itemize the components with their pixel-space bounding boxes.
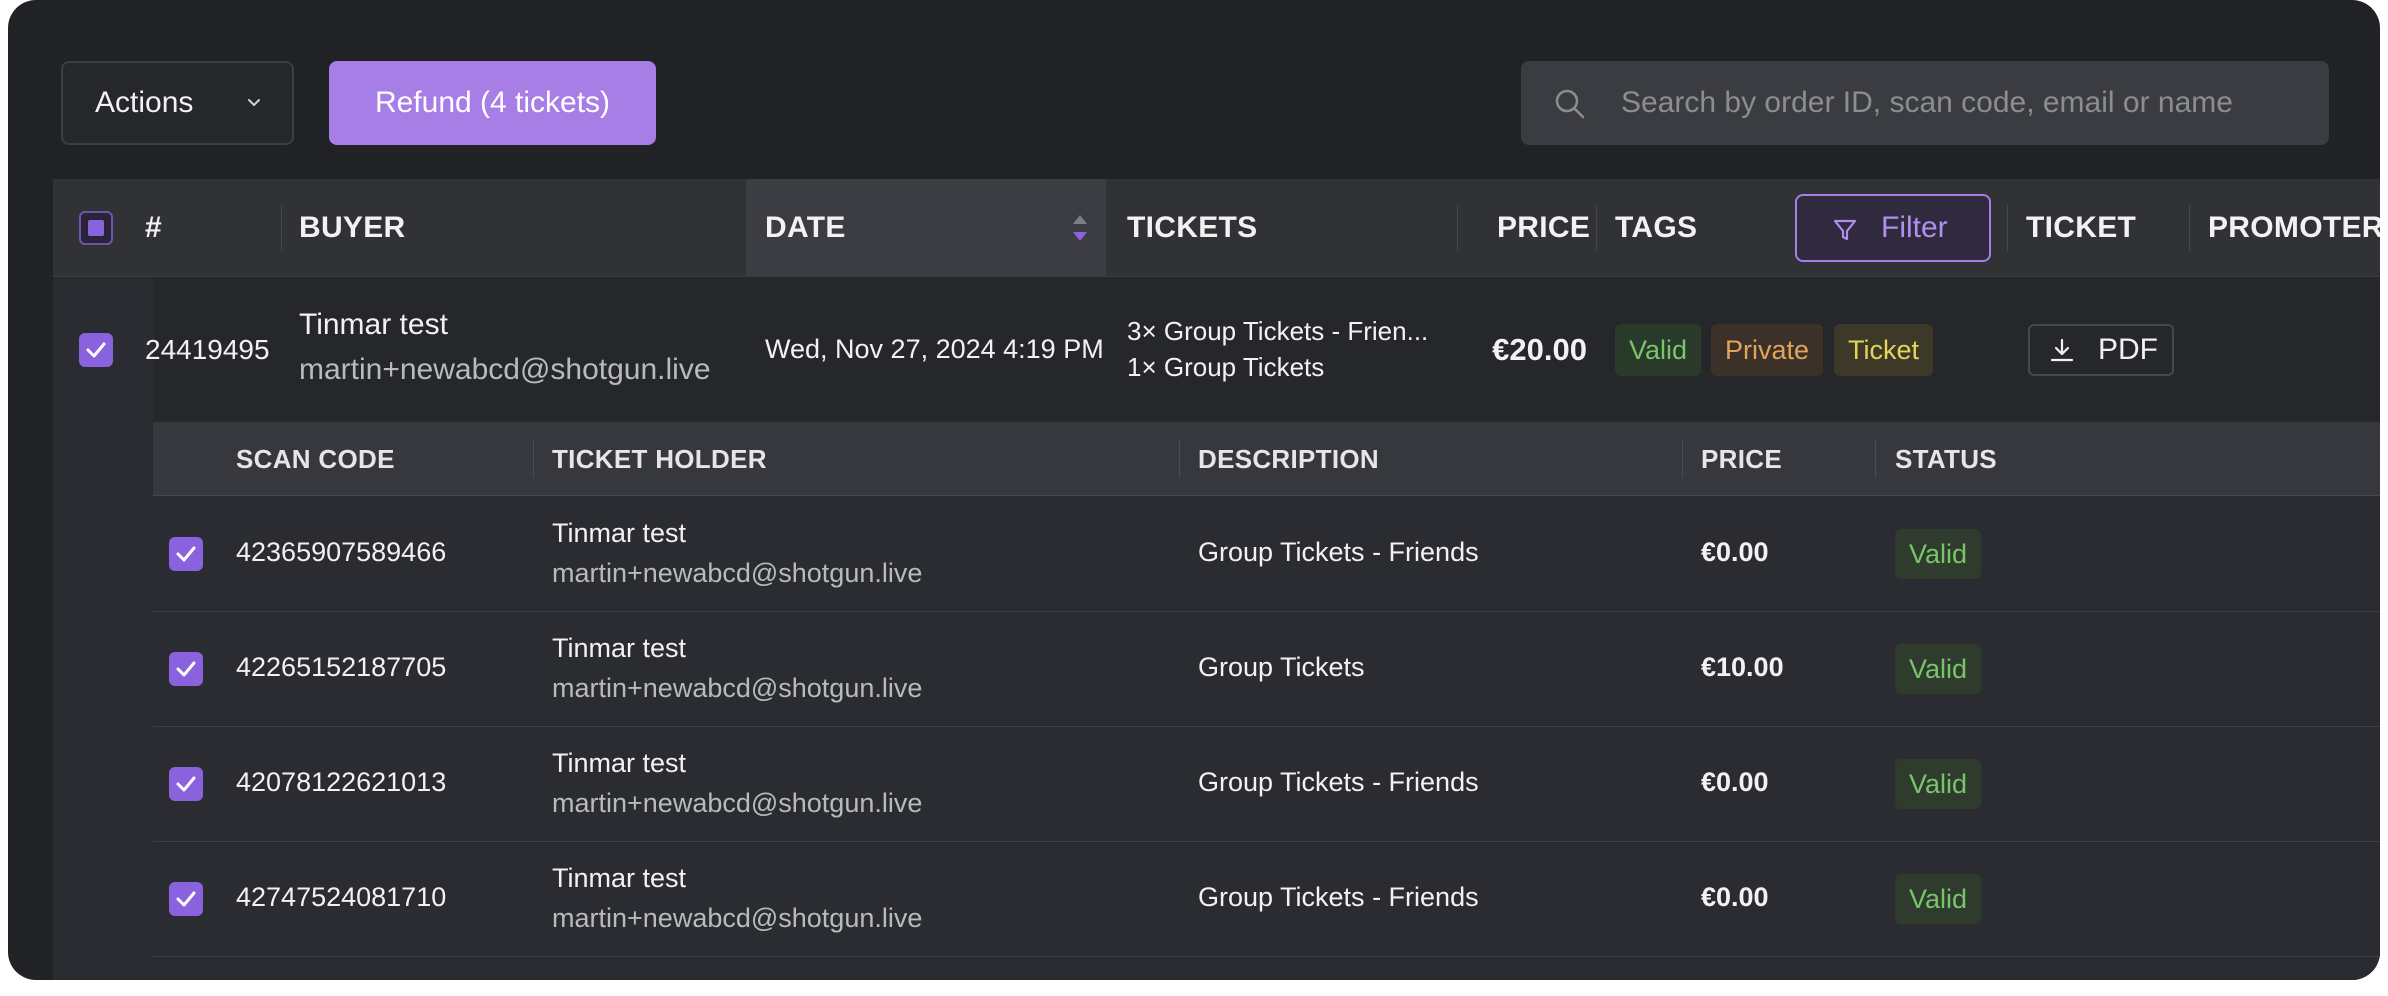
status-badge: Valid <box>1895 644 1982 694</box>
check-icon <box>176 546 196 562</box>
tag-valid: Valid <box>1615 324 1702 376</box>
ticket-price: €0.00 <box>1701 882 1769 912</box>
order-price: €20.00 <box>1492 332 1587 367</box>
ticket-description: Group Tickets - Friends <box>1198 537 1479 567</box>
search-input[interactable] <box>1621 61 2311 145</box>
scan-code: 42265152187705 <box>236 652 447 682</box>
column-number: # <box>145 211 162 244</box>
status-badge: Valid <box>1895 759 1982 809</box>
filter-button[interactable]: Filter <box>1795 194 1991 262</box>
pdf-label: PDF <box>2098 333 2158 366</box>
holder-email: martin+newabcd@shotgun.live <box>552 558 923 588</box>
column-tags: TAGS <box>1615 211 1698 244</box>
column-separator <box>1682 440 1683 478</box>
check-icon <box>176 776 196 792</box>
order-checkbox[interactable] <box>79 333 113 367</box>
order-row[interactable]: 24419495 Tinmar test martin+newabcd@shot… <box>53 278 2380 422</box>
refund-button[interactable]: Refund (4 tickets) <box>329 61 656 145</box>
filter-label: Filter <box>1881 211 1948 244</box>
download-icon <box>2050 338 2074 362</box>
ticket-description: Group Tickets <box>1198 652 1365 682</box>
select-all-checkbox[interactable] <box>79 211 113 245</box>
column-separator <box>533 440 534 478</box>
ticket-description: Group Tickets - Friends <box>1198 882 1479 912</box>
column-separator <box>1457 205 1458 251</box>
ticket-checkbox[interactable] <box>169 767 203 801</box>
holder-name: Tinmar test <box>552 518 687 548</box>
ticket-description: Group Tickets - Friends <box>1198 767 1479 797</box>
status-badge: Valid <box>1895 874 1982 924</box>
chevron-down-icon <box>248 99 260 106</box>
column-separator <box>1596 205 1597 251</box>
sub-column-description: DESCRIPTION <box>1198 443 1379 474</box>
subtable-indent-band <box>53 422 153 980</box>
ticket-row[interactable]: 42365907589466 Tinmar test martin+newabc… <box>153 497 2380 612</box>
app-frame: Actions Refund (4 tickets) # BUYER DATE <box>8 0 2380 980</box>
sub-column-status: STATUS <box>1895 443 1997 474</box>
buyer-email: martin+newabcd@shotgun.live <box>299 353 711 386</box>
holder-email: martin+newabcd@shotgun.live <box>552 673 923 703</box>
column-separator <box>1179 440 1180 478</box>
tickets-line-1: 3× Group Tickets - Frien... <box>1127 316 1429 346</box>
ticket-row[interactable]: 42747524081710 Tinmar test martin+newabc… <box>153 842 2380 957</box>
column-date-label: DATE <box>765 211 846 244</box>
tickets-line-2: 1× Group Tickets <box>1127 352 1325 382</box>
ticket-row[interactable]: 42265152187705 Tinmar test martin+newabc… <box>153 612 2380 727</box>
tickets-subtable: SCAN CODE TICKET HOLDER DESCRIPTION PRIC… <box>53 422 2380 980</box>
sub-column-ticket-holder: TICKET HOLDER <box>552 443 767 474</box>
check-icon <box>86 342 106 358</box>
sub-column-price: PRICE <box>1701 443 1782 474</box>
column-ticket: TICKET <box>2026 211 2137 244</box>
sort-icon[interactable] <box>1069 211 1091 245</box>
column-buyer[interactable]: BUYER <box>299 179 406 277</box>
sub-column-scan-code: SCAN CODE <box>236 443 395 474</box>
actions-dropdown-button[interactable]: Actions <box>61 61 294 145</box>
ticket-price: €10.00 <box>1701 652 1784 682</box>
column-date[interactable]: DATE <box>746 179 1106 277</box>
actions-label: Actions <box>95 86 194 119</box>
holder-name: Tinmar test <box>552 748 687 778</box>
ticket-price: €0.00 <box>1701 537 1769 567</box>
holder-email: martin+newabcd@shotgun.live <box>552 903 923 933</box>
check-icon <box>176 661 196 677</box>
holder-email: martin+newabcd@shotgun.live <box>552 788 923 818</box>
table-header: # BUYER DATE TICKETS PRICE TAGS Filter T… <box>53 179 2380 277</box>
column-promoter-label: PROMOTER <box>2208 211 2380 244</box>
order-id[interactable]: 24419495 <box>145 334 270 366</box>
tag-private: Private <box>1711 324 1824 376</box>
scan-code: 42747524081710 <box>236 882 447 912</box>
holder-name: Tinmar test <box>552 633 687 663</box>
scan-code: 42078122621013 <box>236 767 447 797</box>
check-icon <box>176 891 196 907</box>
order-date: Wed, Nov 27, 2024 4:19 PM <box>765 334 1104 364</box>
column-separator <box>2189 205 2190 251</box>
tag-ticket: Ticket <box>1834 324 1934 376</box>
column-separator <box>281 205 282 251</box>
ticket-checkbox[interactable] <box>169 537 203 571</box>
buyer-name: Tinmar test <box>299 308 448 341</box>
column-separator <box>1875 440 1876 478</box>
refund-label: Refund (4 tickets) <box>374 86 611 119</box>
status-badge: Valid <box>1895 529 1982 579</box>
filter-icon <box>1833 219 1857 241</box>
ticket-checkbox[interactable] <box>169 882 203 916</box>
search-icon <box>1555 89 1585 119</box>
ticket-row[interactable]: 42078122621013 Tinmar test martin+newabc… <box>153 727 2380 842</box>
orders-table: # BUYER DATE TICKETS PRICE TAGS Filter T… <box>53 179 2380 980</box>
ticket-price: €0.00 <box>1701 767 1769 797</box>
scan-code: 42365907589466 <box>236 537 447 567</box>
column-separator <box>2007 205 2008 251</box>
holder-name: Tinmar test <box>552 863 687 893</box>
column-price[interactable]: PRICE <box>1497 179 1590 277</box>
column-tickets[interactable]: TICKETS <box>1127 179 1257 277</box>
download-pdf-button[interactable]: PDF <box>2028 324 2174 376</box>
column-promoter: PROMOTER <box>2208 179 2380 277</box>
ticket-checkbox[interactable] <box>169 652 203 686</box>
search-bar <box>1521 61 2329 145</box>
subtable-header: SCAN CODE TICKET HOLDER DESCRIPTION PRIC… <box>153 422 2380 496</box>
